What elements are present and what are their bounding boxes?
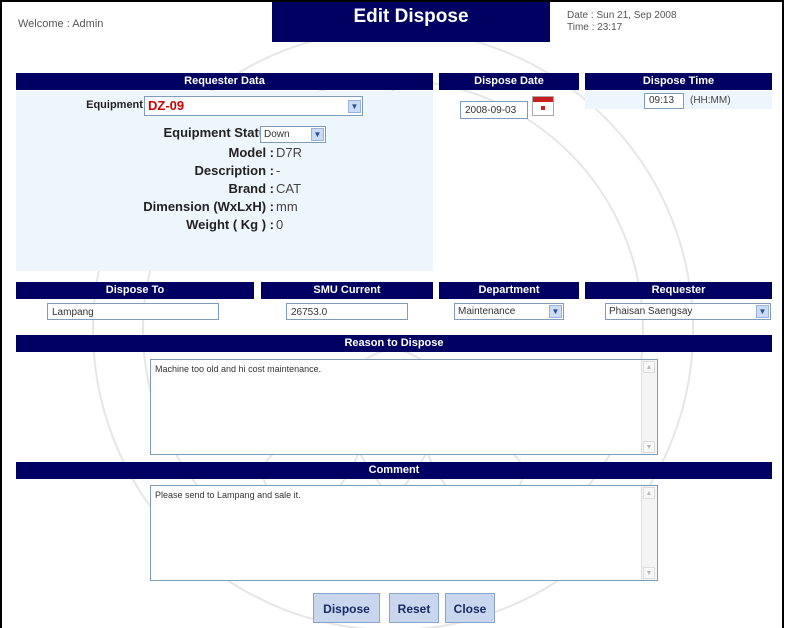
description-row: Description : - (16, 162, 436, 180)
model-value: D7R (276, 145, 303, 160)
scroll-down-icon[interactable]: ▼ (643, 567, 655, 579)
weight-value: 0 (276, 217, 284, 232)
department-header: Department (439, 282, 579, 299)
description-label: Description : (194, 163, 274, 178)
requester-header: Requester (585, 282, 772, 299)
model-label: Model : (228, 145, 275, 160)
close-button[interactable]: Close (445, 593, 495, 623)
chevron-down-icon: ▼ (348, 100, 361, 113)
reason-scrollbar[interactable]: ▲ ▼ (641, 360, 657, 454)
chevron-down-icon: ▼ (549, 305, 562, 318)
time-text: Time : 23:17 (567, 22, 623, 33)
reset-button[interactable]: Reset (389, 593, 439, 623)
reason-text: Machine too old and hi cost maintenance. (155, 364, 322, 374)
requester-select[interactable]: Phaisan Saengsay ▼ (605, 303, 771, 320)
scroll-up-icon[interactable]: ▲ (643, 487, 655, 499)
requester-value: Phaisan Saengsay (609, 306, 693, 317)
model-row: Model : D7R (16, 144, 436, 162)
weight-label: Weight ( Kg ) : (186, 217, 274, 232)
equipment-id-value: DZ-09 (148, 98, 185, 113)
page-header: Welcome : Admin Edit Dispose Date : Sun … (2, 2, 780, 48)
department-value: Maintenance (458, 306, 516, 317)
chevron-down-icon: ▼ (756, 305, 769, 318)
scroll-up-icon[interactable]: ▲ (643, 361, 655, 373)
smu-current-header: SMU Current (261, 282, 433, 299)
description-value: - (276, 163, 281, 178)
dispose-date-input[interactable]: 2008-09-03 (460, 101, 528, 119)
reason-header: Reason to Dispose (16, 335, 772, 352)
equipment-status-row: Equipment Status (16, 124, 436, 142)
brand-value: CAT (276, 181, 302, 196)
dispose-to-input[interactable]: Lampang (47, 303, 219, 320)
comment-header: Comment (16, 462, 772, 479)
dispose-time-header: Dispose Time (585, 73, 772, 90)
calendar-icon[interactable] (532, 96, 554, 116)
requester-data-header: Requester Data (16, 73, 433, 90)
date-text: Date : Sun 21, Sep 2008 (567, 10, 677, 21)
smu-current-input[interactable]: 26753.0 (286, 303, 408, 320)
comment-textarea[interactable]: Please send to Lampang and sale it. ▲ ▼ (150, 485, 658, 581)
brand-row: Brand : CAT (16, 180, 436, 198)
dispose-time-input[interactable]: 09:13 (644, 93, 684, 109)
time-format-hint: (HH:MM) (690, 95, 731, 106)
dispose-button[interactable]: Dispose (313, 593, 380, 623)
dimension-label: Dimension (WxLxH) : (143, 199, 274, 214)
equipment-status-label: Equipment Status (163, 125, 274, 140)
department-select[interactable]: Maintenance ▼ (454, 303, 564, 320)
dimension-value: mm (276, 199, 298, 214)
chevron-down-icon: ▼ (311, 128, 324, 141)
weight-row: Weight ( Kg ) : 0 (16, 216, 436, 234)
page-title: Edit Dispose (272, 2, 550, 42)
brand-label: Brand : (228, 181, 275, 196)
welcome-text: Welcome : Admin (18, 18, 104, 30)
equipment-status-select[interactable]: Down ▼ (260, 126, 326, 143)
date-time-info: Date : Sun 21, Sep 2008 Time : 23:17 (567, 10, 677, 34)
equipment-status-value: Down (264, 129, 290, 140)
dispose-to-header: Dispose To (16, 282, 254, 299)
comment-text: Please send to Lampang and sale it. (155, 490, 301, 500)
dispose-date-header: Dispose Date (439, 73, 579, 90)
scroll-down-icon[interactable]: ▼ (643, 441, 655, 453)
equipment-id-select[interactable]: DZ-09 ▼ (144, 96, 363, 116)
comment-scrollbar[interactable]: ▲ ▼ (641, 486, 657, 580)
reason-textarea[interactable]: Machine too old and hi cost maintenance.… (150, 359, 658, 455)
dimension-row: Dimension (WxLxH) : mm (16, 198, 436, 216)
